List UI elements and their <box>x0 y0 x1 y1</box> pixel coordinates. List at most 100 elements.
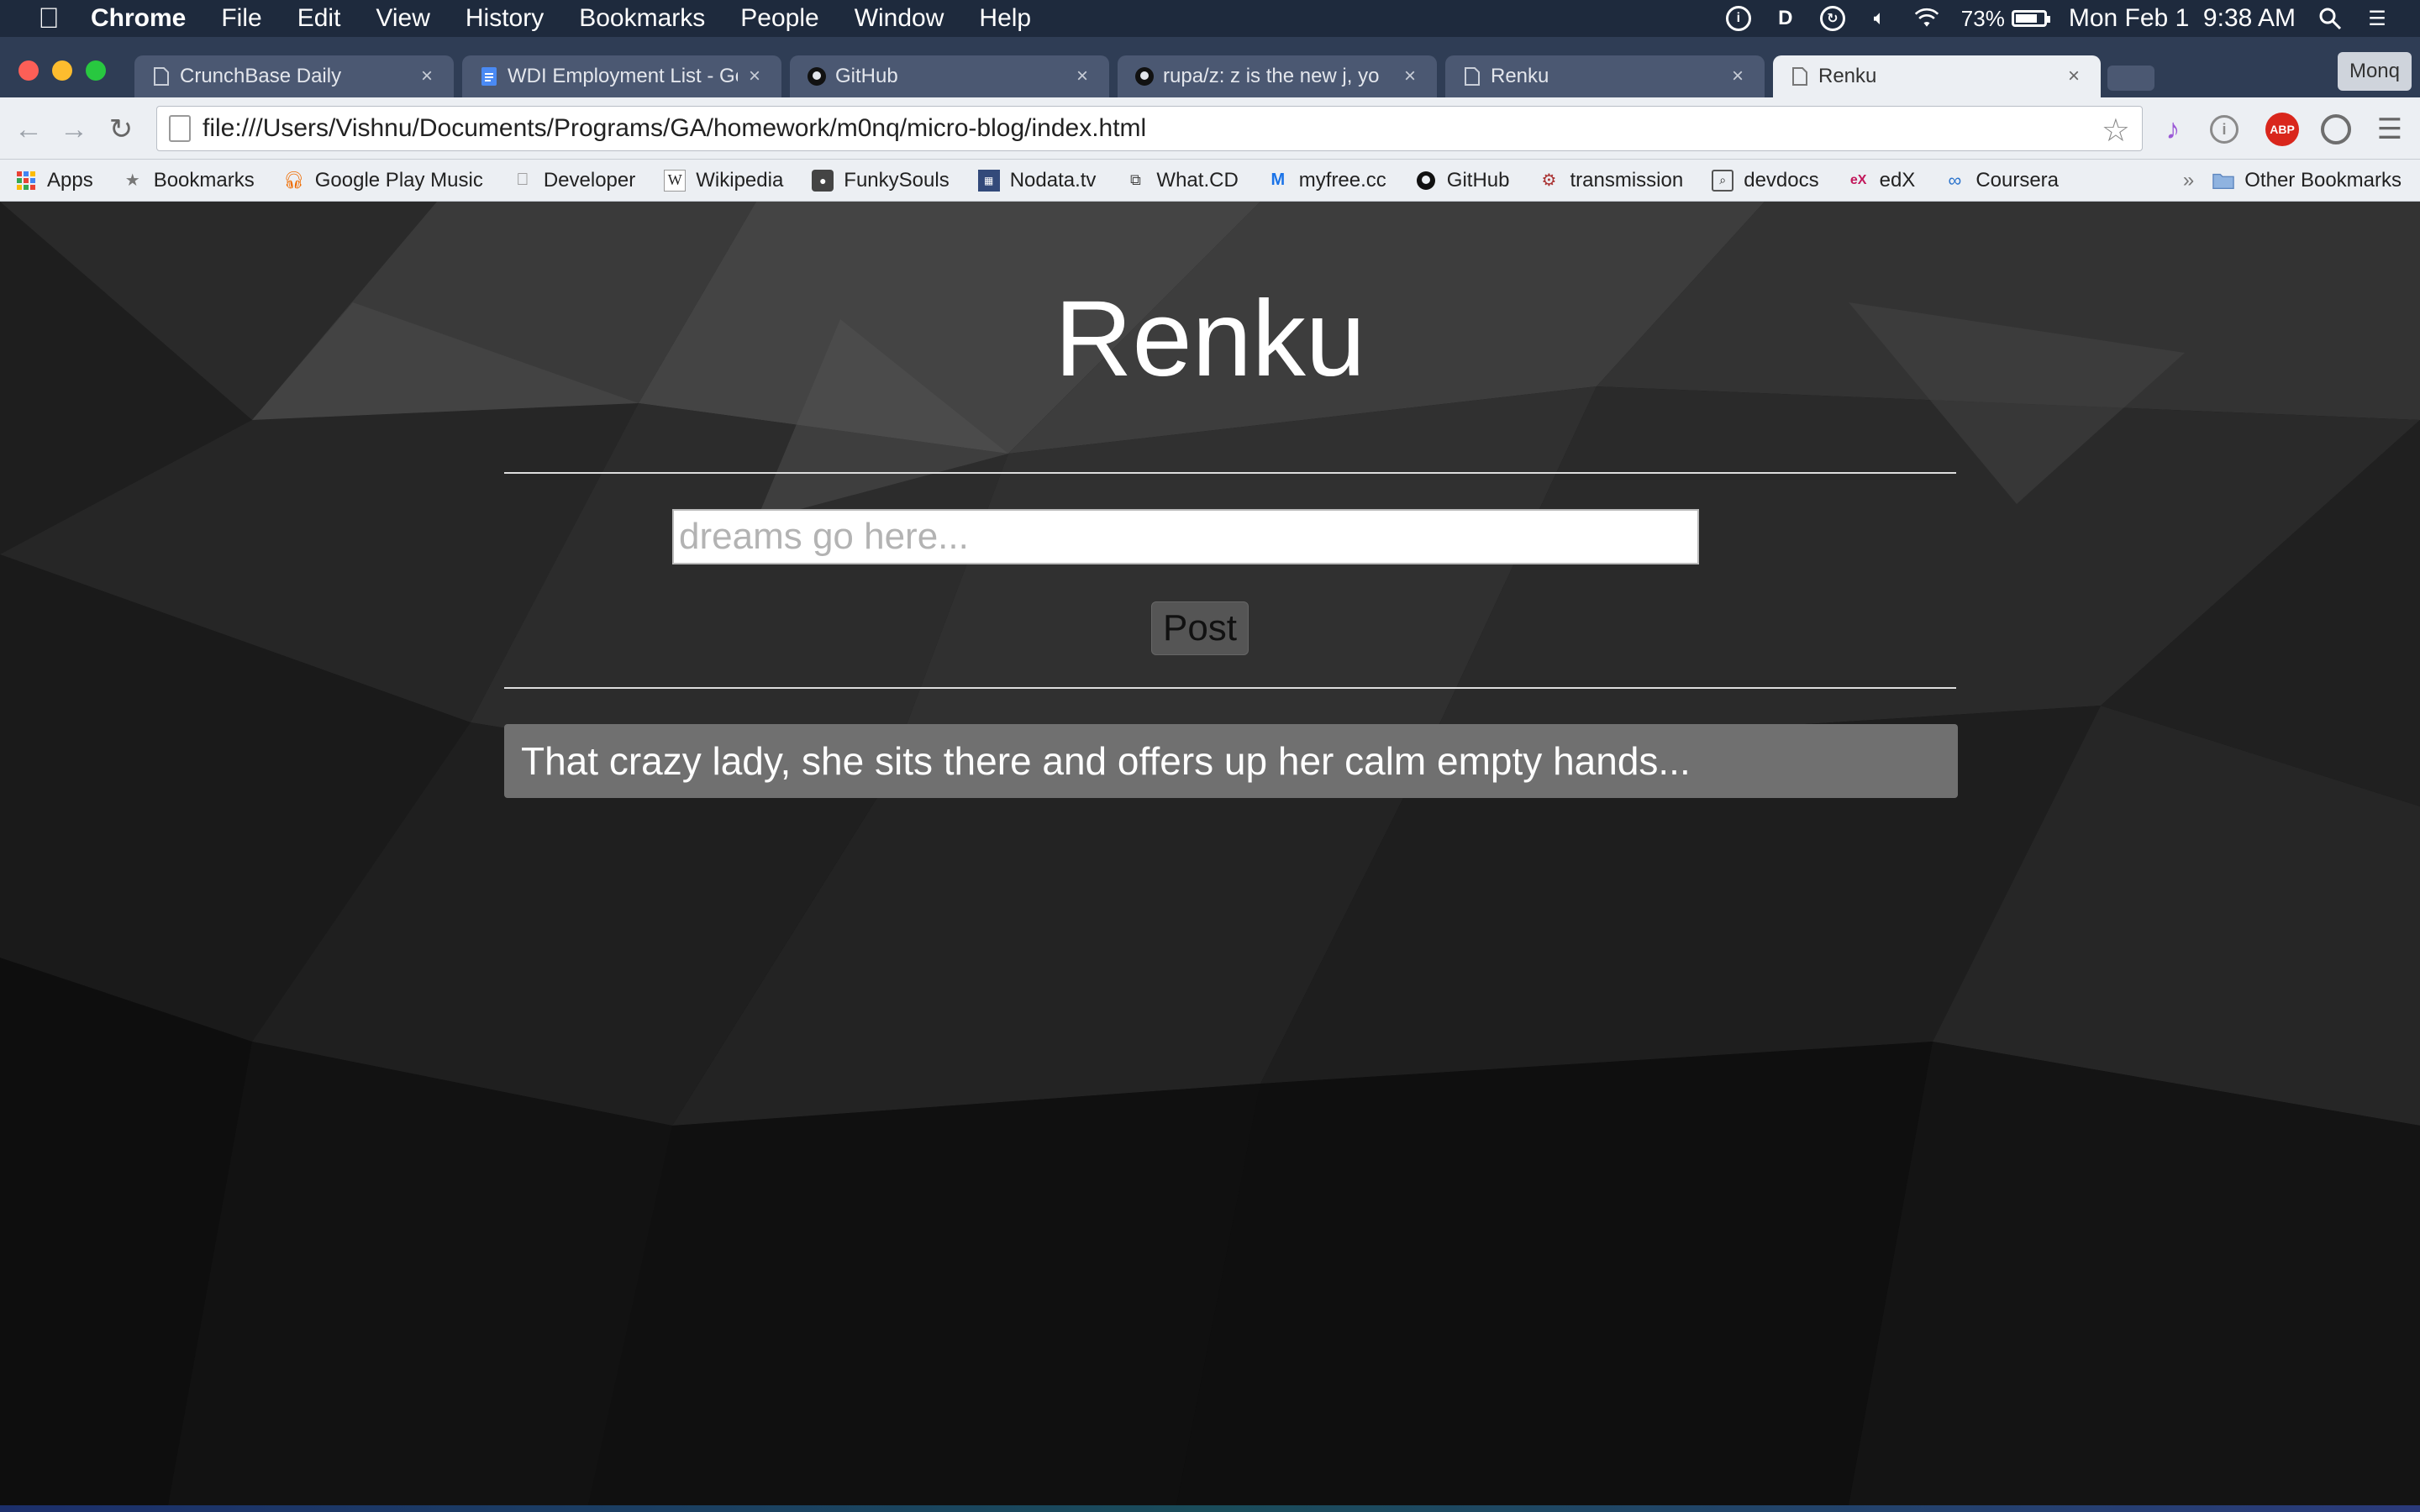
menu-file[interactable]: File <box>221 4 261 33</box>
window-zoom-button[interactable] <box>86 60 106 81</box>
transmission-icon: ⚙ <box>1541 171 1557 190</box>
reload-icon[interactable]: ↻ <box>104 113 138 146</box>
address-bar[interactable]: file:///Users/Vishnu/Documents/Programs/… <box>156 106 2143 151</box>
bookmark-label: transmission <box>1570 168 1684 192</box>
tab-strip: CrunchBase Daily × WDI Employment List -… <box>0 37 2420 97</box>
wikipedia-icon: W <box>664 169 687 192</box>
tab-renku[interactable]: Renku × <box>1445 55 1765 97</box>
bookmark-funkysouls[interactable]: ● FunkySouls <box>812 169 950 192</box>
tab-crunchbase[interactable]: CrunchBase Daily × <box>134 55 454 97</box>
sync-icon[interactable]: ↻ <box>1819 6 1845 31</box>
whatcd-icon: ⧉ <box>1129 171 1141 188</box>
folder-icon <box>2212 170 2235 192</box>
volume-icon[interactable]: 🔈︎ <box>1867 6 1892 31</box>
menu-people[interactable]: People <box>740 4 818 33</box>
google-docs-icon <box>479 66 499 87</box>
tab-title: rupa/z: z is the new j, yo <box>1163 65 1380 87</box>
music-icon[interactable]: ♪ <box>2156 113 2190 146</box>
window-minimize-button[interactable] <box>52 60 72 81</box>
tab-close-icon[interactable]: × <box>1072 65 1092 88</box>
dream-input[interactable] <box>672 509 1699 564</box>
spotlight-search-icon[interactable] <box>2317 6 2343 31</box>
battery-indicator[interactable]: 73% <box>1961 6 2050 32</box>
coursera-icon: ∞ <box>1948 169 1962 191</box>
divider-top <box>504 472 1956 474</box>
bookmark-nodata[interactable]: ▦ Nodata.tv <box>977 168 1097 192</box>
page-icon <box>1462 66 1482 87</box>
bookmark-label: Apps <box>47 168 93 192</box>
back-arrow-icon[interactable]: ← <box>12 113 45 146</box>
tab-close-icon[interactable]: × <box>1728 65 1748 88</box>
tab-wdi-employment[interactable]: WDI Employment List - Goo × <box>462 55 781 97</box>
github-icon <box>1415 170 1437 192</box>
bookmark-myfree[interactable]: M myfree.cc <box>1267 169 1386 192</box>
page-icon <box>1790 66 1810 87</box>
window-close-button[interactable] <box>18 60 39 81</box>
devdocs-icon: ⌕ <box>1712 169 1734 192</box>
bookmark-devdocs[interactable]: ⌕ devdocs <box>1712 169 1819 192</box>
apps-grid-icon <box>15 170 37 192</box>
bookmark-star-icon[interactable]: ☆ <box>2102 112 2130 150</box>
post-button[interactable]: Post <box>1151 601 1249 655</box>
github-icon <box>807 66 827 87</box>
tab-close-icon[interactable]: × <box>744 65 765 88</box>
tab-title: GitHub <box>835 65 898 87</box>
bookmark-bookmarks[interactable]: ★ Bookmarks <box>122 169 255 192</box>
menu-app-name[interactable]: Chrome <box>91 4 186 33</box>
tab-rupa-z[interactable]: rupa/z: z is the new j, yo × <box>1118 55 1437 97</box>
bookmark-label: Nodata.tv <box>1009 168 1097 192</box>
bookmark-coursera[interactable]: ∞ Coursera <box>1944 169 2059 192</box>
macos-menu-bar:  Chrome File Edit View History Bookmark… <box>0 0 2420 37</box>
notification-center-icon[interactable]: ☰ <box>2365 6 2390 31</box>
tab-close-icon[interactable]: × <box>2064 65 2084 88</box>
clock[interactable]: Mon Feb 1 9:38 AM <box>2069 4 2296 33</box>
page-info-icon[interactable] <box>169 115 191 142</box>
github-icon <box>1134 66 1155 87</box>
chrome-menu-icon[interactable]: ☰ <box>2373 113 2407 146</box>
bookmark-whatcd[interactable]: ⧉ What.CD <box>1124 169 1239 192</box>
nodata-icon: ▦ <box>977 169 1000 192</box>
record-icon[interactable]: ● <box>2321 114 2351 144</box>
tab-title: WDI Employment List - Goo <box>508 65 738 87</box>
wifi-icon[interactable] <box>1914 6 1939 31</box>
bookmark-developer[interactable]:  Developer <box>512 169 635 192</box>
menu-bookmarks[interactable]: Bookmarks <box>579 4 705 33</box>
new-tab-button[interactable] <box>2107 66 2154 91</box>
tab-renku-active[interactable]: Renku × <box>1773 55 2101 97</box>
divider-bottom <box>504 687 1956 689</box>
dash-icon[interactable]: D <box>1773 6 1798 31</box>
forward-arrow-icon[interactable]: → <box>57 113 91 146</box>
bookmarks-right: » Other Bookmarks <box>2183 160 2402 202</box>
onepassword-icon[interactable]: i <box>1725 6 1751 31</box>
menu-help[interactable]: Help <box>979 4 1031 33</box>
page-viewport: Renku Post That crazy lady, she sits the… <box>0 202 2420 1505</box>
tab-close-icon[interactable]: × <box>1400 65 1420 88</box>
bookmarks-bar: Apps ★ Bookmarks 🎧︎ Google Play Music  … <box>0 160 2420 202</box>
menu-window[interactable]: Window <box>855 4 944 33</box>
edx-icon: eX <box>1849 172 1867 187</box>
adblock-plus-icon[interactable]: ABP <box>2265 113 2299 146</box>
browser-toolbar: ← → ↻ file:///Users/Vishnu/Documents/Pro… <box>0 97 2420 160</box>
other-bookmarks-label: Other Bookmarks <box>2244 169 2402 192</box>
bookmarks-overflow-chevron-icon[interactable]: » <box>2183 169 2194 192</box>
bookmark-apps[interactable]: Apps <box>15 169 93 192</box>
tab-title: Renku <box>1491 65 1549 87</box>
bookmark-label: myfree.cc <box>1298 168 1386 192</box>
bookmark-github[interactable]: GitHub <box>1415 169 1510 192</box>
bookmark-google-play-music[interactable]: 🎧︎ Google Play Music <box>283 169 483 192</box>
bookmark-wikipedia[interactable]: W Wikipedia <box>664 169 783 192</box>
bookmark-transmission[interactable]: ⚙ transmission <box>1539 169 1684 192</box>
other-bookmarks[interactable]: Other Bookmarks <box>2212 169 2402 192</box>
profile-button[interactable]: Monq <box>2337 52 2412 91</box>
tab-github[interactable]: GitHub × <box>790 55 1109 97</box>
star-icon: ★ <box>124 171 140 190</box>
apple-menu-icon[interactable]:  <box>30 3 67 35</box>
info-icon[interactable]: i <box>2210 115 2238 144</box>
menu-history[interactable]: History <box>466 4 544 33</box>
menu-edit[interactable]: Edit <box>297 4 341 33</box>
status-tray: i D ↻ 🔈︎ 73% Mon Feb 1 9:38 AM ☰ <box>1725 0 2390 37</box>
page-title: Renku <box>1055 279 1365 399</box>
menu-view[interactable]: View <box>376 4 429 33</box>
tab-close-icon[interactable]: × <box>417 65 437 88</box>
bookmark-edx[interactable]: eX edX <box>1848 169 1916 192</box>
